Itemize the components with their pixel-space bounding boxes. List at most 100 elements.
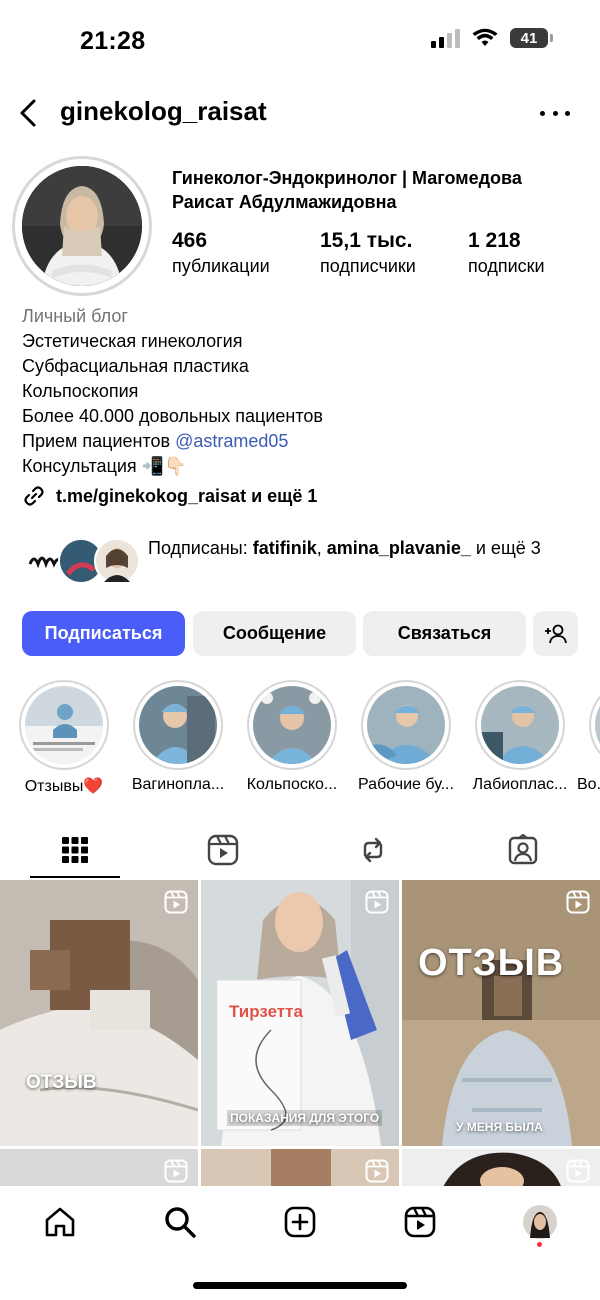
highlight-item[interactable]: Отзывы❤️: [7, 680, 121, 796]
post-thumbnail[interactable]: [0, 1149, 198, 1186]
contact-button[interactable]: Связаться: [363, 611, 526, 656]
followed-prefix: Подписаны:: [148, 538, 253, 558]
post-caption: ПОКАЗАНИЯ ДЛЯ ЭТОГО: [227, 1110, 383, 1126]
post-thumbnail[interactable]: ОТЗЫВ: [0, 880, 198, 1146]
nav-profile[interactable]: [520, 1202, 560, 1242]
profile-actions: Подписаться Сообщение Связаться: [22, 611, 578, 656]
highlight-item[interactable]: Кольпоско...: [235, 680, 349, 794]
wifi-icon: [472, 28, 498, 46]
highlight-label: Отзывы❤️: [24, 778, 104, 795]
reel-indicator-icon: [164, 1159, 188, 1183]
tab-reels[interactable]: [163, 822, 283, 878]
create-post-icon: [284, 1206, 316, 1238]
stat-posts[interactable]: 466 публикации: [172, 228, 270, 278]
profile-stats: 466 публикации 15,1 тыс. подписчики 1 21…: [172, 228, 582, 280]
post-thumbnail[interactable]: ОТЗЫВ У МЕНЯ БЫЛА: [402, 880, 600, 1146]
nav-create[interactable]: [280, 1202, 320, 1242]
notification-dot: [537, 1242, 542, 1247]
highlight-item[interactable]: Лабиоплас...: [463, 680, 577, 794]
repost-icon: [363, 837, 383, 863]
highlight-label: Лабиоплас...: [472, 776, 568, 793]
post-subcaption: У МЕНЯ БЫЛА: [456, 1120, 543, 1134]
highlight-label: Вагинопла...: [131, 776, 225, 793]
post-thumbnail[interactable]: Тирзетта ПОКАЗАНИЯ ДЛЯ ЭТОГО: [201, 880, 399, 1146]
highlight-label: Кольпоско...: [246, 776, 338, 793]
profile-bio: Личный блог Эстетическая гинекология Суб…: [22, 304, 582, 479]
status-bar: 21:28 41: [0, 0, 600, 80]
followed-by[interactable]: Подписаны: fatifinik, amina_plavanie_ и …: [22, 536, 582, 588]
more-options-icon[interactable]: [540, 101, 570, 125]
post-thumbnail[interactable]: [402, 1149, 600, 1186]
highlight-thumbnail: [139, 686, 217, 764]
post-caption: ОТЗЫВ: [418, 942, 565, 984]
nav-search[interactable]: [160, 1202, 200, 1242]
profile-avatar-icon: [523, 1205, 557, 1239]
story-highlights: Отзывы❤️ Вагинопла... Кольпоско... Рабоч…: [0, 680, 600, 800]
stat-following-label: подписки: [468, 256, 545, 276]
highlight-thumbnail: [367, 686, 445, 764]
followed-suffix: и ещё 3: [470, 538, 541, 558]
profile-avatar[interactable]: [12, 156, 152, 296]
nav-reels[interactable]: [400, 1202, 440, 1242]
post-caption: ОТЗЫВ: [26, 1072, 97, 1093]
tagged-person-icon: [508, 834, 538, 865]
highlight-item[interactable]: Рабочие бу...: [349, 680, 463, 794]
reel-indicator-icon: [566, 1159, 590, 1183]
stat-posts-value: 466: [172, 229, 208, 252]
highlight-item[interactable]: Во...: [577, 680, 600, 794]
battery-level: 41: [520, 29, 538, 47]
reel-indicator-icon: [365, 890, 389, 914]
search-icon: [165, 1207, 196, 1238]
highlight-thumbnail: [595, 686, 600, 764]
highlight-thumbnail: [25, 686, 103, 764]
stat-posts-label: публикации: [172, 256, 270, 276]
home-indicator: [193, 1282, 407, 1289]
bio-line-reception: Прием пациентов @astramed05: [22, 429, 582, 454]
stat-following[interactable]: 1 218 подписки: [468, 228, 545, 278]
reel-indicator-icon: [164, 890, 188, 914]
message-button[interactable]: Сообщение: [193, 611, 356, 656]
profile-link-text: t.me/ginekokog_raisat и ещё 1: [56, 485, 318, 506]
reel-indicator-icon: [566, 890, 590, 914]
nav-home[interactable]: [40, 1202, 80, 1242]
suggest-people-button[interactable]: [533, 611, 578, 656]
profile-category: Личный блог: [22, 306, 128, 326]
home-icon: [45, 1207, 75, 1237]
follower-avatar: [94, 538, 140, 584]
tab-posts-grid[interactable]: [0, 822, 150, 878]
cellular-signal-icon: [431, 28, 460, 48]
highlight-item[interactable]: Вагинопла...: [121, 680, 235, 794]
post-thumbnail[interactable]: [201, 1149, 399, 1186]
profile-header: ginekolog_raisat: [0, 88, 600, 138]
back-arrow-icon[interactable]: [14, 97, 44, 129]
tab-tagged[interactable]: [463, 822, 583, 878]
stat-followers-value: 15,1 тыс.: [320, 229, 413, 252]
followed-user[interactable]: amina_plavanie_: [327, 538, 471, 558]
bio-line: Более 40.000 довольных пациентов: [22, 406, 323, 426]
status-icons: 41: [431, 28, 553, 48]
bio-line-consult: Консультация 📲👇🏻: [22, 456, 187, 476]
stat-followers-label: подписчики: [320, 256, 416, 276]
profile-tabs: [0, 822, 600, 878]
bio-mention-link[interactable]: @astramed05: [175, 431, 288, 451]
follow-button[interactable]: Подписаться: [22, 611, 185, 656]
followed-user[interactable]: fatifinik: [253, 538, 317, 558]
grid-icon: [62, 837, 88, 863]
highlight-label: Во...: [577, 776, 600, 793]
add-person-icon: [544, 624, 567, 643]
stat-followers[interactable]: 15,1 тыс. подписчики: [320, 228, 416, 278]
tab-reposts[interactable]: [313, 822, 433, 878]
status-time: 21:28: [80, 27, 146, 55]
stat-following-value: 1 218: [468, 229, 521, 252]
bio-line: Эстетическая гинекология: [22, 331, 243, 351]
link-icon: [24, 486, 44, 506]
profile-link[interactable]: t.me/ginekokog_raisat и ещё 1: [22, 484, 317, 508]
reels-icon: [207, 834, 239, 866]
avatar-image: [22, 166, 142, 286]
reel-indicator-icon: [365, 1159, 389, 1183]
post-product-name: Тирзетта: [229, 1002, 303, 1021]
posts-grid: ОТЗЫВ Тирзетта ПОКАЗАНИЯ ДЛЯ ЭТОГО ОТЗЫВ…: [0, 880, 600, 1186]
followed-separator: ,: [316, 538, 327, 558]
bio-line: Кольпоскопия: [22, 381, 139, 401]
followed-avatars: [22, 538, 142, 586]
